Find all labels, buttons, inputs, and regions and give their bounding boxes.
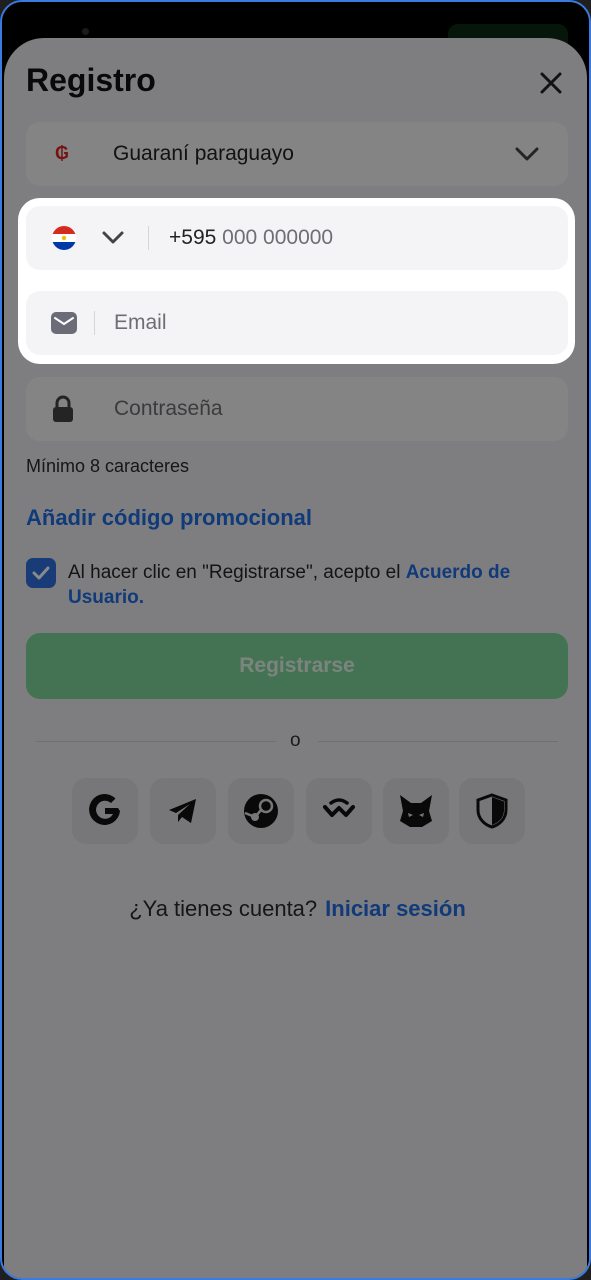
- camera-dot: [82, 28, 89, 35]
- email-placeholder: Email: [114, 311, 167, 334]
- login-prompt: ¿Ya tienes cuenta? Iniciar sesión: [2, 896, 589, 922]
- currency-label: Guaraní paraguayo: [113, 142, 294, 165]
- metamask-login-button[interactable]: [383, 778, 449, 844]
- separator-label: o: [290, 730, 301, 751]
- phone-field[interactable]: +595 000 000000: [26, 206, 568, 270]
- walletconnect-login-button[interactable]: [306, 778, 372, 844]
- password-field[interactable]: Contraseña: [26, 377, 568, 441]
- register-button[interactable]: Registrarse: [26, 633, 568, 699]
- envelope-icon: [51, 312, 77, 334]
- agreement-checkbox[interactable]: [26, 558, 56, 588]
- metamask-icon: [400, 795, 432, 827]
- steam-icon: [244, 794, 278, 828]
- walletconnect-icon: [323, 798, 355, 817]
- phone-divider: [148, 226, 149, 250]
- page-title: Registro: [26, 62, 156, 98]
- phone-placeholder: 000 000000: [222, 226, 334, 249]
- phone-prefix: +595: [169, 226, 217, 249]
- email-field[interactable]: Email: [26, 291, 568, 355]
- currency-select[interactable]: ₲ Guaraní paraguayo: [26, 122, 568, 186]
- telegram-icon: [169, 799, 196, 823]
- telegram-login-button[interactable]: [150, 778, 216, 844]
- steam-login-button[interactable]: [228, 778, 294, 844]
- phone-input[interactable]: +595 000 000000: [169, 226, 333, 250]
- promo-code-link[interactable]: Añadir código promocional: [26, 505, 312, 531]
- separator-line-right: [318, 741, 558, 742]
- separator-line-left: [36, 741, 276, 742]
- close-icon[interactable]: [538, 70, 564, 96]
- shield-login-button[interactable]: [459, 778, 525, 844]
- google-icon: [89, 793, 120, 825]
- agreement-end: .: [138, 587, 145, 608]
- password-placeholder: Contraseña: [114, 397, 223, 420]
- guarani-icon: ₲: [55, 143, 70, 163]
- chevron-down-icon: [515, 147, 539, 161]
- email-divider: [94, 311, 95, 335]
- device-frame: Registro ₲ Guaraní paraguayo Contraseña …: [0, 0, 591, 1280]
- agreement-text: Al hacer clic en "Registrarse", acepto e…: [68, 560, 538, 610]
- agreement-prefix: Al hacer clic en "Registrarse", acepto e…: [68, 562, 406, 583]
- lock-icon: [53, 395, 73, 422]
- login-prompt-text: ¿Ya tienes cuenta?: [129, 896, 318, 921]
- country-chevron-down-icon[interactable]: [101, 229, 125, 247]
- paraguay-flag-icon: [52, 226, 76, 250]
- login-link[interactable]: Iniciar sesión: [325, 896, 466, 921]
- password-hint: Mínimo 8 caracteres: [26, 456, 190, 476]
- google-login-button[interactable]: [72, 778, 138, 844]
- shield-icon: [476, 793, 508, 829]
- check-icon: [32, 566, 50, 580]
